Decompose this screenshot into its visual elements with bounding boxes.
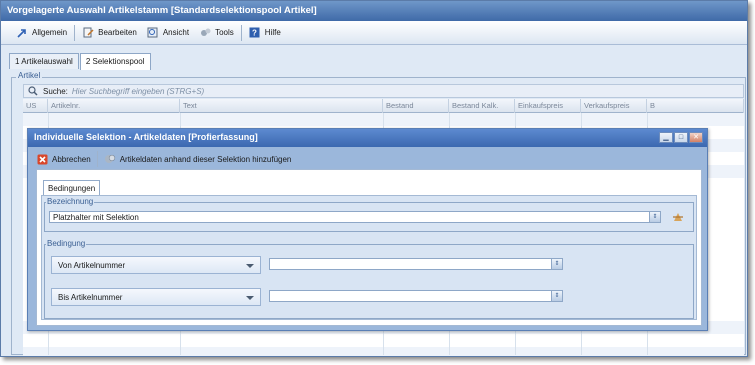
artikel-legend: Artikel (16, 71, 43, 80)
search-icon (27, 85, 39, 97)
bezeichnung-legend: Bezeichnung (46, 197, 95, 206)
menu-bearbeiten[interactable]: Bearbeiten (77, 23, 142, 43)
to-field-select[interactable]: Bis Artikelnummer (51, 288, 261, 306)
help-icon: ? (249, 27, 261, 39)
cancel-icon (36, 153, 48, 165)
spin-arrows-icon[interactable]: ⇕ (551, 291, 562, 301)
menu-separator (74, 24, 76, 41)
window-title: Vorgelagerte Auswahl Artikelstamm [Stand… (1, 1, 747, 21)
from-field-label: Von Artikelnummer (58, 261, 126, 270)
column-header-text[interactable]: Text (180, 99, 383, 113)
close-button[interactable]: ✕ (689, 132, 703, 143)
chevron-down-icon (246, 264, 254, 268)
column-header-us[interactable]: US (23, 99, 48, 113)
menu-ansicht-label: Ansicht (162, 28, 190, 37)
column-header-b[interactable]: B (647, 99, 744, 113)
cancel-button[interactable]: Abbrechen (52, 155, 91, 164)
tools-icon (199, 27, 211, 39)
menu-ansicht[interactable]: Ansicht (142, 23, 194, 43)
add-selection-button[interactable]: Artikeldaten anhand dieser Selektion hin… (120, 155, 292, 164)
search-bar[interactable]: Suche: Hier Suchbegriff eingeben (STRG+S… (23, 84, 744, 98)
menubar: Allgemein Bearbeiten Ansicht Tools ? Hil… (1, 21, 747, 45)
dialog-window-buttons: ▁ □ ✕ (659, 132, 703, 143)
column-header-bestand[interactable]: Bestand (383, 99, 449, 113)
menu-allgemein[interactable]: Allgemein (11, 23, 72, 43)
menu-allgemein-label: Allgemein (32, 28, 68, 37)
column-header-bestand-kalk[interactable]: Bestand Kalk. (449, 99, 515, 113)
spin-arrows-icon[interactable]: ⇕ (649, 212, 660, 222)
grid-header: US Artikelnr. Text Bestand Bestand Kalk.… (23, 99, 744, 113)
dialog-body: Bedingungen Bezeichnung Platzhalter mit … (36, 169, 702, 326)
column-header-verkaufspreis[interactable]: Verkaufspreis (581, 99, 647, 113)
minimize-button[interactable]: ▁ (659, 132, 673, 143)
chevron-down-icon (246, 296, 254, 300)
bezeichnung-combo[interactable]: Platzhalter mit Selektion ⇕ (49, 211, 661, 223)
tab-artikelauswahl[interactable]: 1 Artikelauswahl (9, 53, 79, 69)
arrow-icon (16, 27, 28, 39)
tab-strip: 1 Artikelauswahl 2 Selektionspool (9, 53, 152, 70)
maximize-button[interactable]: □ (674, 132, 688, 143)
dialog-title: Individuelle Selektion - Artikeldaten [P… (28, 129, 707, 147)
tab-bedingungen[interactable]: Bedingungen (43, 180, 101, 195)
search-input[interactable]: Hier Suchbegriff eingeben (STRG+S) (72, 87, 204, 96)
edit-icon (82, 27, 94, 39)
toolbar-separator (96, 151, 98, 167)
selection-dialog: Individuelle Selektion - Artikeldaten [P… (27, 128, 708, 331)
main-window: Vorgelagerte Auswahl Artikelstamm [Stand… (0, 0, 748, 357)
menu-hilfe[interactable]: ? Hilfe (244, 23, 286, 43)
tab-selektionspool[interactable]: 2 Selektionspool (79, 53, 151, 70)
add-data-icon (104, 153, 116, 165)
column-header-einkaufspreis[interactable]: Einkaufspreis (515, 99, 581, 113)
from-value-input[interactable]: ⇕ (269, 258, 563, 270)
spin-arrows-icon[interactable]: ⇕ (551, 259, 562, 269)
menu-tools[interactable]: Tools (194, 23, 239, 43)
to-value-input[interactable]: ⇕ (269, 290, 563, 302)
menu-hilfe-label: Hilfe (264, 28, 281, 37)
conditions-panel: Bezeichnung Platzhalter mit Selektion ⇕ … (41, 195, 697, 320)
to-field-label: Bis Artikelnummer (58, 293, 123, 302)
placeholder-icon[interactable] (672, 211, 684, 223)
menu-tools-label: Tools (215, 28, 234, 37)
menu-bearbeiten-label: Bearbeiten (98, 28, 137, 37)
view-icon (147, 27, 159, 39)
bedingung-legend: Bedingung (46, 239, 87, 248)
dialog-toolbar: Abbrechen Artikeldaten anhand dieser Sel… (36, 151, 702, 167)
from-field-select[interactable]: Von Artikelnummer (51, 256, 261, 274)
search-label: Suche: (43, 86, 68, 96)
svg-text:?: ? (252, 29, 257, 38)
bezeichnung-value: Platzhalter mit Selektion (53, 213, 139, 222)
column-header-artikelnr[interactable]: Artikelnr. (48, 99, 180, 113)
menu-separator (240, 24, 242, 41)
